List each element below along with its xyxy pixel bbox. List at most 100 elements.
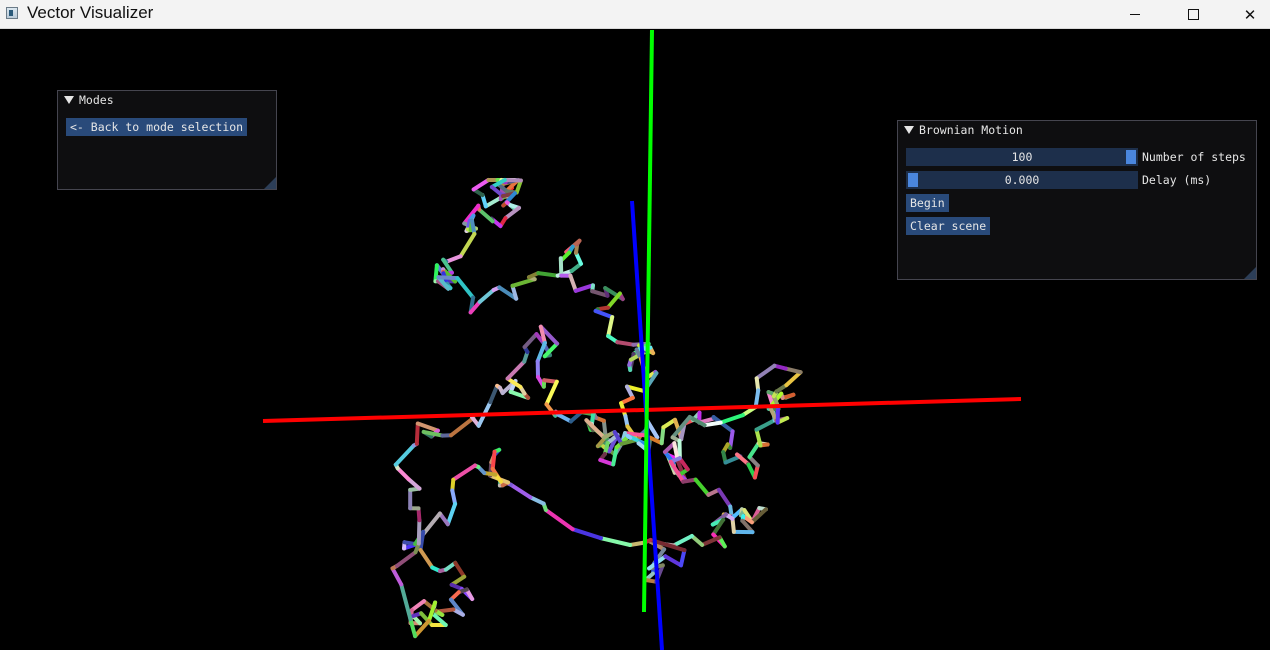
brownian-step-segment <box>628 540 647 547</box>
brownian-step-segment <box>450 488 458 506</box>
brownian-step-segment <box>615 340 636 347</box>
brownian-step-segment <box>661 417 677 430</box>
brownian-panel-header[interactable]: Brownian Motion <box>898 121 1256 139</box>
brownian-step-segment <box>689 534 705 547</box>
brownian-step-segment <box>544 379 559 407</box>
modes-panel-header[interactable]: Modes <box>58 91 276 109</box>
brownian-step-segment <box>754 363 777 381</box>
brownian-step-segment <box>505 359 527 381</box>
brownian-step-segment <box>611 445 619 467</box>
brownian-step-segment <box>488 383 500 405</box>
x-axis-line <box>262 397 1022 423</box>
brownian-step-segment <box>606 315 615 338</box>
minimize-button[interactable] <box>1106 0 1164 29</box>
begin-button[interactable]: Begin <box>906 194 949 212</box>
brownian-step-segment <box>395 550 418 568</box>
brownian-step-segment <box>502 178 523 183</box>
maximize-button[interactable] <box>1164 0 1222 29</box>
brownian-step-segment <box>483 196 502 209</box>
brownian-step-segment <box>510 277 537 288</box>
brownian-step-segment <box>570 527 603 541</box>
brownian-step-segment <box>490 449 497 471</box>
brownian-step-segment <box>444 254 463 264</box>
brownian-step-segment <box>693 477 711 497</box>
3d-viewport[interactable]: Modes <- Back to mode selection Brownian… <box>0 30 1270 650</box>
minimize-icon <box>1130 14 1140 15</box>
brownian-step-segment <box>747 441 761 459</box>
brownian-step-segment <box>753 388 761 409</box>
modes-panel-title: Modes <box>79 93 114 107</box>
brownian-step-segment <box>390 566 404 587</box>
resize-grip-icon[interactable] <box>264 177 276 189</box>
collapse-triangle-icon[interactable] <box>904 126 914 134</box>
brownian-step-segment <box>449 416 476 438</box>
brownian-step-segment <box>659 425 666 446</box>
window-title: Vector Visualizer <box>27 3 154 22</box>
brownian-motion-panel[interactable]: Brownian Motion 100 Number of steps 0.00… <box>897 120 1257 280</box>
steps-value: 100 <box>1011 150 1033 164</box>
app-icon <box>6 7 18 19</box>
brownian-step-segment <box>784 370 803 388</box>
brownian-step-segment <box>535 340 547 364</box>
brownian-step-segment <box>558 256 564 278</box>
steps-slider-grab[interactable] <box>1126 150 1136 164</box>
brownian-step-segment <box>471 178 491 192</box>
brownian-step-segment <box>508 482 533 500</box>
brownian-step-segment <box>445 501 458 527</box>
brownian-step-segment <box>679 548 687 568</box>
brownian-step-segment <box>455 276 476 300</box>
brownian-step-segment <box>599 536 633 547</box>
brownian-step-segment <box>477 288 496 304</box>
close-button[interactable]: ✕ <box>1221 0 1270 29</box>
y-axis-line <box>642 30 654 613</box>
brownian-step-segment <box>573 283 595 293</box>
clear-scene-button[interactable]: Clear scene <box>906 217 991 235</box>
brownian-step-segment <box>433 263 439 284</box>
brownian-step-segment <box>671 534 694 548</box>
brownian-step-segment <box>395 466 411 482</box>
number-of-steps-slider[interactable]: 100 <box>906 148 1138 166</box>
brownian-step-segment <box>414 421 420 446</box>
brownian-step-segment <box>399 582 413 622</box>
delay-slider-grab[interactable] <box>908 173 918 187</box>
brownian-step-segment <box>543 508 575 532</box>
brownian-step-segment <box>503 205 521 221</box>
brownian-step-segment <box>451 463 477 482</box>
number-of-steps-label: Number of steps <box>1142 150 1246 164</box>
brownian-step-segment <box>702 420 723 428</box>
brownian-step-segment <box>458 231 477 259</box>
brownian-step-segment <box>477 207 495 224</box>
close-icon: ✕ <box>1243 5 1257 24</box>
delay-label: Delay (ms) <box>1142 173 1212 187</box>
brownian-step-segment <box>409 599 426 613</box>
brownian-step-segment <box>393 443 416 467</box>
collapse-triangle-icon[interactable] <box>64 96 74 104</box>
brownian-step-segment <box>536 271 560 278</box>
brownian-step-segment <box>593 309 615 320</box>
delay-value: 0.000 <box>1004 173 1040 187</box>
brownian-step-segment <box>406 477 422 491</box>
brownian-panel-title: Brownian Motion <box>919 123 1023 137</box>
title-bar[interactable]: Vector Visualizer ✕ <box>0 0 1270 29</box>
brownian-step-segment <box>436 275 460 281</box>
brownian-step-segment <box>416 518 422 546</box>
brownian-step-segment <box>598 458 616 467</box>
brownian-step-segment <box>716 487 733 509</box>
brownian-step-segment <box>783 366 803 375</box>
brownian-step-segment <box>453 560 467 579</box>
delay-slider[interactable]: 0.000 <box>906 171 1138 189</box>
brownian-step-segment <box>418 548 435 570</box>
brownian-step-segment <box>522 332 539 349</box>
brownian-step-segment <box>625 434 633 440</box>
resize-grip-icon[interactable] <box>1244 267 1256 279</box>
brownian-step-segment <box>556 413 573 424</box>
brownian-step-segment <box>663 554 683 568</box>
brownian-step-segment <box>754 418 777 432</box>
brownian-step-segment <box>528 495 546 506</box>
back-to-mode-selection-button[interactable]: <- Back to mode selection <box>66 118 248 136</box>
brownian-step-segment <box>568 273 578 293</box>
maximize-icon <box>1187 9 1199 20</box>
brownian-step-segment <box>415 421 440 433</box>
modes-panel[interactable]: Modes <- Back to mode selection <box>57 90 277 190</box>
brownian-step-segment <box>718 413 745 425</box>
